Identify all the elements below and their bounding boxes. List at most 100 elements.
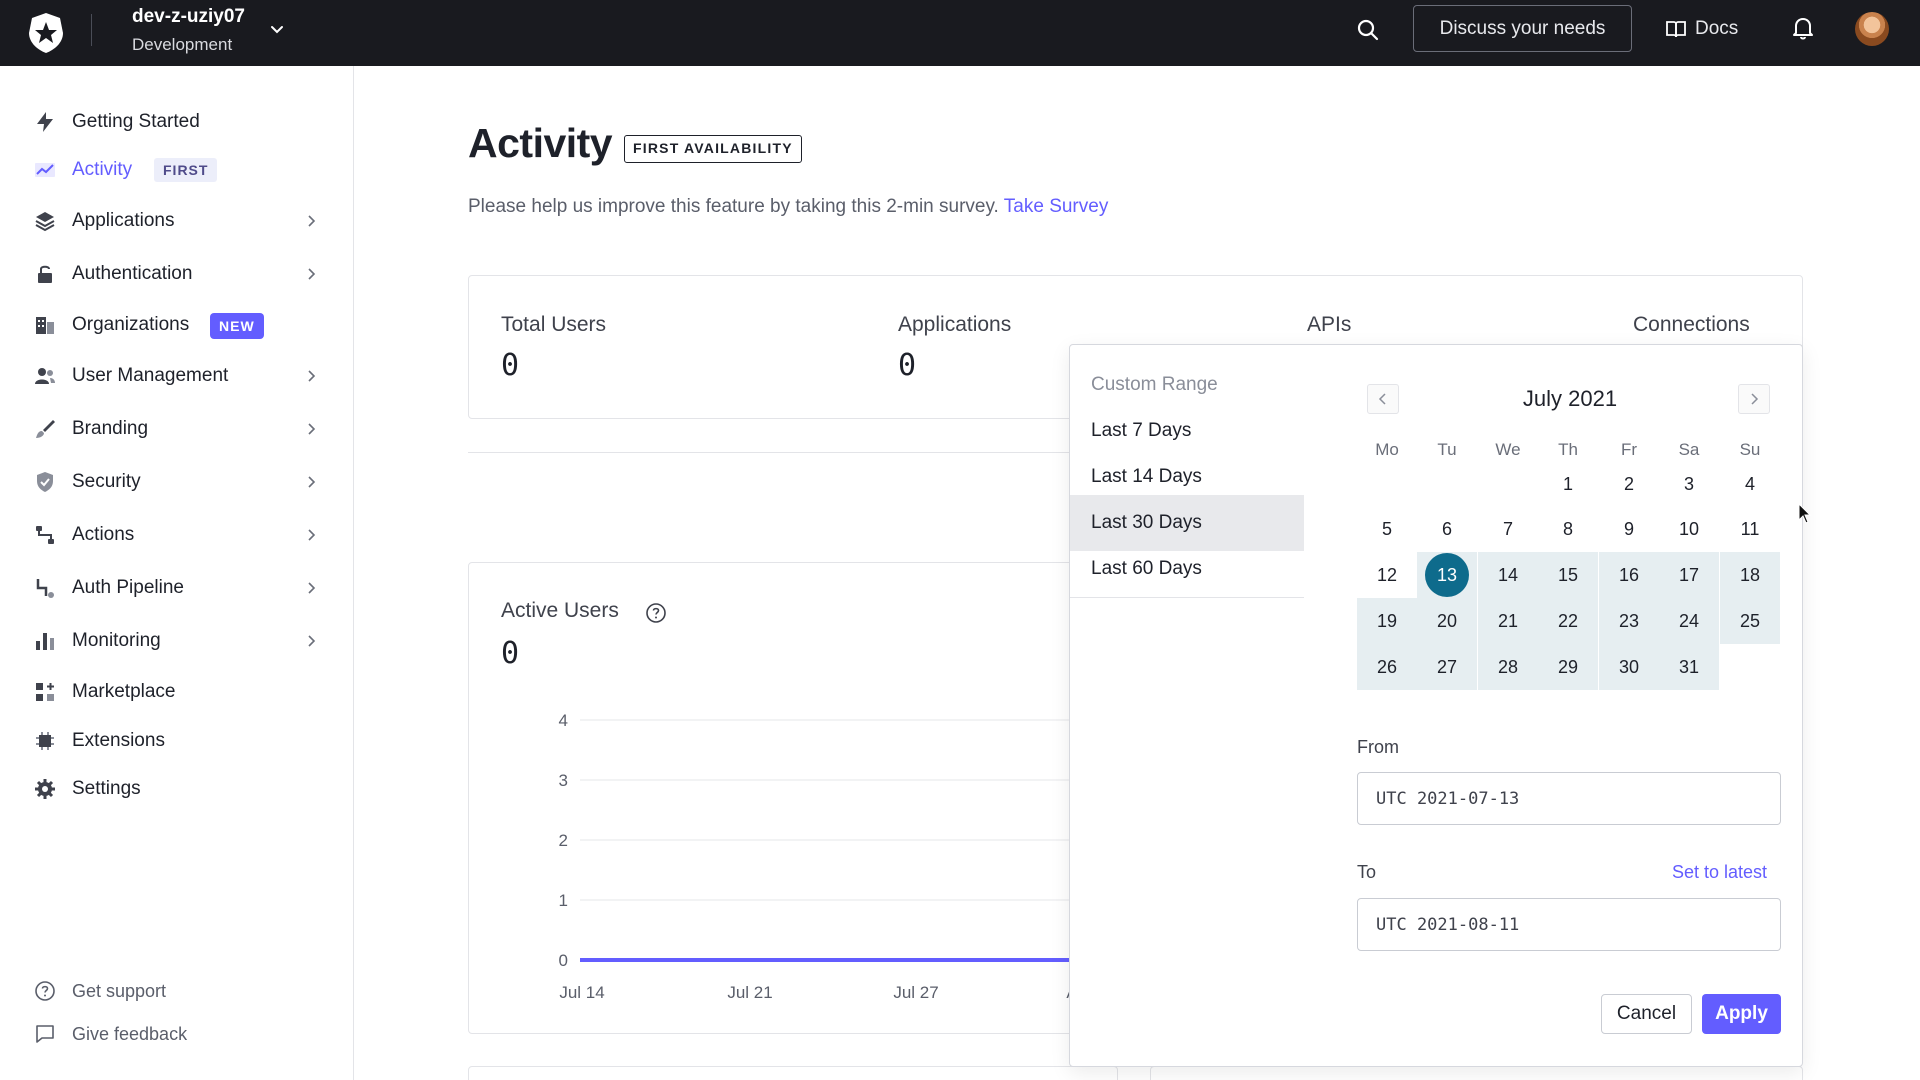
first-availability-badge: FIRST AVAILABILITY — [624, 135, 802, 163]
calendar-day[interactable]: 26 — [1357, 644, 1417, 690]
weekday-label: Su — [1739, 440, 1761, 459]
calendar-day[interactable]: 11 — [1720, 506, 1780, 552]
sidebar-item-auth-pipeline[interactable]: Auth Pipeline — [0, 568, 354, 608]
sidebar-item-settings[interactable]: Settings — [0, 769, 354, 809]
calendar-day[interactable]: 9 — [1599, 506, 1659, 552]
sidebar-item-marketplace[interactable]: Marketplace — [0, 672, 354, 712]
docs-link[interactable]: Docs — [1665, 16, 1738, 42]
calendar-day[interactable]: 14 — [1478, 552, 1538, 598]
calendar-day[interactable]: 25 — [1720, 598, 1780, 644]
calendar-day[interactable]: 24 — [1659, 598, 1719, 644]
set-to-latest-link[interactable]: Set to latest — [1672, 862, 1767, 883]
calendar-day[interactable]: 3 — [1659, 461, 1719, 507]
sidebar-item-label: Security — [72, 471, 141, 492]
chevron-left-icon — [1378, 393, 1386, 405]
help-circle-icon[interactable] — [644, 601, 668, 625]
active-users-value: 0 — [501, 636, 520, 671]
give-feedback-link[interactable]: Give feedback — [0, 1019, 354, 1049]
calendar-day[interactable]: 20 — [1417, 598, 1477, 644]
calendar-day[interactable]: 6 — [1417, 506, 1477, 552]
preset-last-60-days[interactable]: Last 60 Days — [1070, 541, 1304, 597]
tenant-environment: Development — [132, 35, 233, 54]
book-icon — [1666, 21, 1686, 38]
cancel-button[interactable]: Cancel — [1601, 994, 1692, 1034]
page-title: Activity — [468, 120, 613, 166]
sidebar-item-extensions[interactable]: Extensions — [0, 721, 354, 761]
gear-icon — [35, 779, 55, 799]
to-date-input[interactable]: UTC 2021-08-11 — [1357, 898, 1781, 951]
next-month-button[interactable] — [1738, 384, 1770, 414]
calendar-day[interactable]: 17 — [1659, 552, 1719, 598]
weekday-label: Fr — [1620, 440, 1638, 459]
calendar-day[interactable]: 27 — [1417, 644, 1477, 690]
tenant-switcher[interactable]: dev-z-uziy07 Development — [132, 6, 245, 56]
bottom-card-right — [1150, 1066, 1803, 1080]
prev-month-button[interactable] — [1367, 384, 1399, 414]
calendar-day[interactable]: 13 — [1417, 552, 1477, 598]
sidebar-item-organizations[interactable]: Organizations NEW — [0, 305, 354, 345]
avatar[interactable] — [1855, 12, 1889, 46]
chevron-right-icon — [308, 423, 316, 435]
sidebar-item-label: Auth Pipeline — [72, 577, 184, 598]
chevron-right-icon — [308, 529, 316, 541]
y-tick-label: 1 — [559, 891, 568, 910]
new-badge: NEW — [210, 313, 264, 339]
discuss-needs-button[interactable]: Discuss your needs — [1413, 5, 1632, 52]
first-badge: FIRST — [154, 158, 218, 182]
calendar-day[interactable]: 8 — [1538, 506, 1598, 552]
take-survey-link[interactable]: Take Survey — [1004, 196, 1109, 217]
mouse-cursor-icon — [1798, 503, 1812, 524]
lock-icon — [38, 265, 52, 283]
calendar-day[interactable]: 22 — [1538, 598, 1598, 644]
preset-label: Custom Range — [1091, 374, 1218, 395]
search-icon[interactable] — [1356, 18, 1380, 42]
calendar-day[interactable]: 5 — [1357, 506, 1417, 552]
calendar-day[interactable]: 15 — [1538, 552, 1598, 598]
calendar-day[interactable]: 16 — [1599, 552, 1659, 598]
calendar-day[interactable]: 18 — [1720, 552, 1780, 598]
calendar-day[interactable]: 19 — [1357, 598, 1417, 644]
calendar-day[interactable]: 4 — [1720, 461, 1780, 507]
sidebar-item-actions[interactable]: Actions — [0, 515, 354, 555]
sidebar-item-monitoring[interactable]: Monitoring — [0, 621, 354, 661]
sidebar-item-security[interactable]: Security — [0, 462, 354, 502]
calendar-day[interactable]: 28 — [1478, 644, 1538, 690]
calendar-day[interactable]: 12 — [1357, 552, 1417, 598]
weekday-label: Sa — [1678, 440, 1700, 459]
sidebar-item-label: Organizations — [72, 314, 190, 335]
grid-plus-icon — [36, 683, 54, 701]
sidebar-item-authentication[interactable]: Authentication — [0, 254, 354, 294]
sidebar-item-user-management[interactable]: User Management — [0, 356, 354, 396]
calendar-day[interactable]: 10 — [1659, 506, 1719, 552]
get-support-link[interactable]: Get support — [0, 976, 354, 1006]
bolt-icon — [37, 112, 53, 132]
sidebar-item-getting-started[interactable]: Getting Started — [0, 102, 354, 142]
sidebar-item-applications[interactable]: Applications — [0, 201, 354, 241]
sidebar-item-label: Authentication — [72, 263, 193, 284]
from-date-input[interactable]: UTC 2021-07-13 — [1357, 772, 1781, 825]
calendar-day[interactable]: 7 — [1478, 506, 1538, 552]
sidebar-item-label: Extensions — [72, 730, 165, 751]
tenant-name: dev-z-uziy07 — [132, 6, 245, 27]
topbar-divider — [91, 14, 92, 46]
calendar-day[interactable]: 29 — [1538, 644, 1598, 690]
calendar-day[interactable]: 30 — [1599, 644, 1659, 690]
calendar-day[interactable]: 31 — [1659, 644, 1719, 690]
calendar-day[interactable]: 23 — [1599, 598, 1659, 644]
calendar-day[interactable]: 1 — [1538, 461, 1598, 507]
bell-icon[interactable] — [1791, 15, 1815, 41]
sidebar-item-label: Monitoring — [72, 630, 161, 651]
sidebar-item-activity[interactable]: Activity FIRST — [0, 150, 354, 190]
logo-icon[interactable] — [26, 11, 66, 55]
month-title: July 2021 — [1522, 386, 1618, 411]
chevron-down-icon[interactable] — [268, 20, 286, 38]
weekday-label: We — [1495, 440, 1521, 459]
sidebar-item-branding[interactable]: Branding — [0, 409, 354, 449]
sidebar: Getting Started Activity FIRST Applicati… — [0, 66, 354, 1080]
stat-applications-label: Applications — [898, 313, 1012, 336]
sidebar-item-label: Settings — [72, 778, 141, 799]
calendar-day[interactable]: 21 — [1478, 598, 1538, 644]
calendar-day[interactable]: 2 — [1599, 461, 1659, 507]
sidebar-item-label: User Management — [72, 365, 229, 386]
apply-button[interactable]: Apply — [1702, 994, 1781, 1034]
